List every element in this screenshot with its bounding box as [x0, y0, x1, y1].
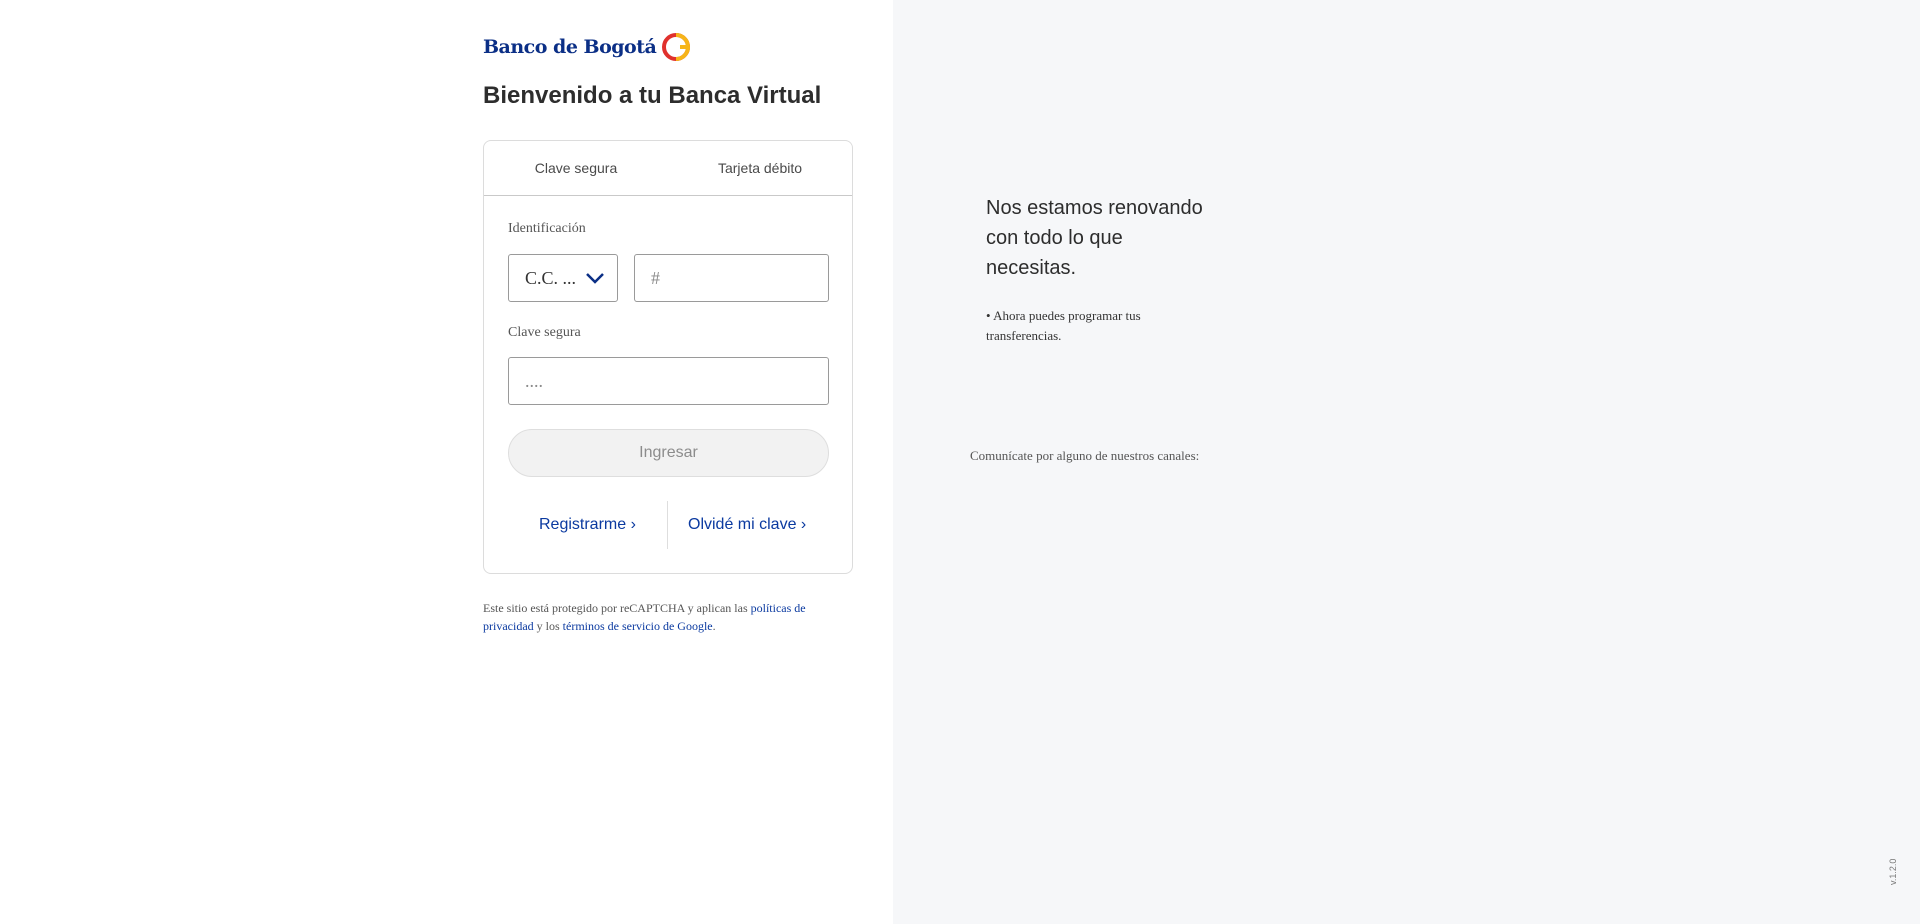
- id-label: Identificación: [508, 221, 586, 236]
- bank-logo-text: Banco de Bogotá: [483, 36, 657, 58]
- submit-button[interactable]: Ingresar: [508, 429, 829, 477]
- chevron-down-icon: [586, 273, 604, 284]
- legal-middle: y los: [533, 619, 563, 633]
- tab-clave-segura[interactable]: Clave segura: [484, 141, 668, 195]
- legal-prefix: Este sitio está protegido por reCAPTCHA …: [483, 601, 751, 615]
- promo-bullet: • Ahora puedes programar tus transferenc…: [986, 308, 1141, 343]
- id-number-input[interactable]: [634, 254, 829, 302]
- promo-title: Nos estamos renovando con todo lo que ne…: [986, 197, 1203, 279]
- bank-logo: Banco de Bogotá: [483, 30, 695, 64]
- password-input[interactable]: [508, 357, 829, 405]
- login-card: Clave segura Tarjeta débito Identificaci…: [483, 140, 853, 574]
- version-label: v.1.2.0: [1888, 858, 1898, 885]
- links-divider: [667, 501, 668, 549]
- id-type-value: C.C. ...: [525, 267, 577, 288]
- legal-suffix: .: [712, 619, 716, 633]
- forgot-password-link[interactable]: Olvidé mi clave ›: [688, 516, 806, 534]
- login-panel: Banco de Bogotá Bienvenido a tu Banca Vi…: [0, 0, 893, 924]
- register-link[interactable]: Registrarme ›: [539, 516, 636, 534]
- password-label: Clave segura: [508, 325, 581, 340]
- contact-channels-text: Comunícate por alguno de nuestros canale…: [970, 448, 1200, 463]
- recaptcha-notice: Este sitio está protegido por reCAPTCHA …: [483, 599, 843, 635]
- account-links: Registrarme › Olvidé mi clave ›: [484, 501, 854, 551]
- id-type-select[interactable]: C.C. ...: [508, 254, 618, 302]
- tab-tarjeta-debito[interactable]: Tarjeta débito: [668, 141, 852, 195]
- terms-of-service-link[interactable]: términos de servicio de Google: [563, 619, 713, 633]
- bank-logo-mark-icon: [662, 33, 691, 61]
- login-tabs: Clave segura Tarjeta débito: [484, 141, 852, 196]
- welcome-title: Bienvenido a tu Banca Virtual: [483, 82, 822, 109]
